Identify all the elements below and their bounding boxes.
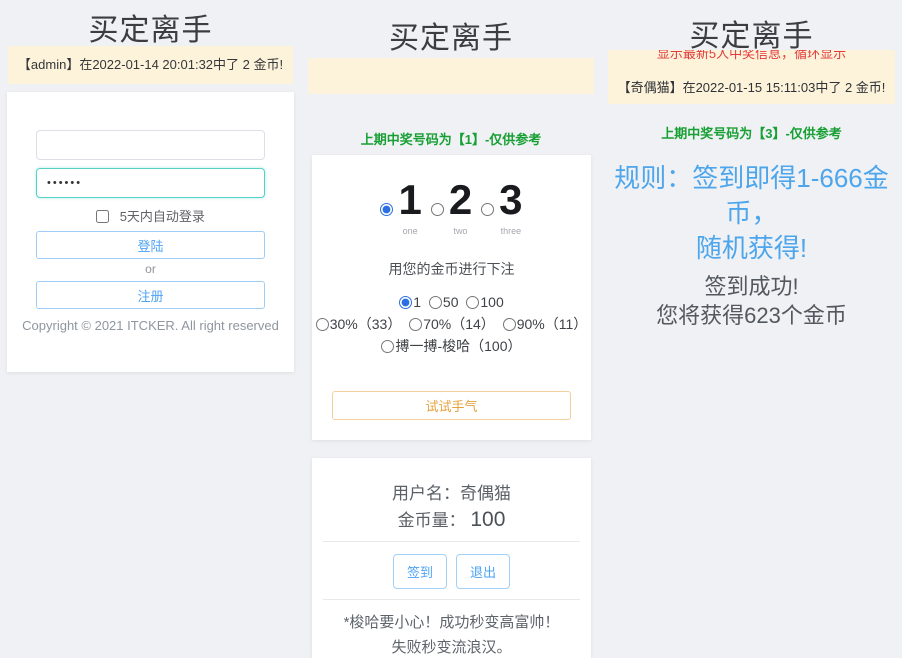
winners-marquee (308, 58, 594, 94)
checkin-success-text: 签到成功! 您将获得623个金币 (601, 272, 902, 330)
register-button[interactable]: 注册 (36, 281, 265, 309)
number-radio-3[interactable] (481, 203, 494, 216)
number-radio-2[interactable] (431, 203, 444, 216)
username-label: 用户名： (392, 484, 460, 503)
bet-row-percent: 30%（33） 70%（14） 90%（11） (312, 313, 591, 335)
bet-options: 1 50 100 30%（33） 70%（14） 90%（11） (312, 291, 591, 357)
bet-option-label: 70%（14） (423, 316, 495, 332)
rule-line2: 随机获得! (601, 231, 902, 266)
number-choice-group: 1 one 2 two 3 three (312, 179, 591, 239)
number-option-1[interactable]: 1 one (380, 179, 421, 239)
coins-label: 金币量： (398, 511, 466, 530)
number-caption: two (453, 226, 467, 236)
bet-radio-70pct[interactable] (409, 318, 422, 331)
number-value: 3 (499, 176, 522, 223)
rule-text: 规则：签到即得1-666金币， 随机获得! (601, 161, 902, 266)
allin-warning-line1: *梭哈要小心！成功秒变高富帅！ (312, 611, 591, 632)
divider (323, 541, 580, 542)
or-separator: or (7, 262, 294, 276)
winners-marquee: 显示最新5人中奖信息，循环显示 【奇偶猫】在2022-01-15 15:11:0… (608, 50, 895, 104)
remember-label-wrap[interactable]: 5天内自动登录 (96, 209, 205, 224)
bet-row-allin: 搏一搏-梭哈（100） (312, 335, 591, 357)
marquee-winner-line: 【奇偶猫】在2022-01-15 15:11:03中了 2 金币! (608, 77, 895, 98)
login-button[interactable]: 登陆 (36, 231, 265, 259)
remember-row: 5天内自动登录 (7, 206, 294, 225)
password-input[interactable] (36, 168, 265, 198)
user-card: 用户名：奇偶猫 金币量： 100 签到 退出 *梭哈要小心！成功秒变高富帅！ 失… (312, 458, 591, 658)
number-value: 1 (398, 176, 421, 223)
success-line2: 您将获得623个金币 (601, 301, 902, 330)
copyright-text: Copyright © 2021 ITCKER. All right reser… (7, 318, 294, 333)
remember-checkbox[interactable] (96, 210, 109, 223)
marquee-line: 【admin】在2022-01-14 20:01:32中了 2 金币! (8, 46, 293, 75)
user-actions: 签到 退出 (312, 554, 591, 589)
app-title: 买定离手 (0, 5, 301, 49)
logout-button[interactable]: 退出 (456, 554, 510, 589)
bet-option-90pct[interactable]: 90%（11） (503, 316, 588, 332)
bet-card: 1 one 2 two 3 three 用您的金币进行下注 (312, 155, 591, 440)
app-title: 买定离手 (301, 13, 601, 57)
number-option-2[interactable]: 2 two (431, 179, 472, 239)
success-line1: 签到成功! (601, 272, 902, 301)
coins-value: 100 (470, 508, 505, 531)
rule-line1: 规则：签到即得1-666金币， (601, 161, 902, 231)
number-caption: one (403, 226, 418, 236)
bet-option-allin[interactable]: 搏一搏-梭哈（100） (381, 338, 521, 354)
last-draw-text: 上期中奖号码为【1】-仅供参考 (301, 129, 601, 148)
bet-option-100coin[interactable]: 100 (466, 294, 503, 310)
login-panel: 买定离手 【admin】在2022-01-14 20:01:32中了 2 金币!… (0, 0, 301, 656)
number-option-3[interactable]: 3 three (481, 179, 522, 239)
number-caption: three (501, 226, 522, 236)
app-title: 买定离手 (601, 11, 902, 55)
bet-radio-90pct[interactable] (503, 318, 516, 331)
marquee-notice-line: 显示最新5人中奖信息，循环显示 (608, 50, 895, 64)
bet-option-50coin[interactable]: 50 (429, 294, 462, 310)
bet-option-label: 100 (480, 294, 503, 310)
divider (323, 599, 580, 600)
bet-option-30pct[interactable]: 30%（33） (316, 316, 405, 332)
bet-option-label: 50 (443, 294, 459, 310)
username-line: 用户名：奇偶猫 (312, 479, 591, 504)
game-panel: 买定离手 上期中奖号码为【1】-仅供参考 1 one 2 two (301, 0, 601, 656)
bet-option-label: 1 (413, 294, 421, 310)
bet-option-label: 90%（11） (517, 316, 588, 332)
bet-heading: 用您的金币进行下注 (312, 259, 591, 279)
bet-radio-allin[interactable] (381, 340, 394, 353)
bet-radio-50coin[interactable] (429, 296, 442, 309)
remember-label: 5天内自动登录 (120, 209, 205, 224)
bet-option-70pct[interactable]: 70%（14） (409, 316, 498, 332)
result-panel: 买定离手 显示最新5人中奖信息，循环显示 【奇偶猫】在2022-01-15 15… (601, 0, 902, 656)
bet-option-1coin[interactable]: 1 (399, 294, 425, 310)
marquee-line: 【admin】在2022-01-14 20:01:34中了 2 金币! (8, 81, 293, 84)
number-radio-1[interactable] (380, 203, 393, 216)
bet-radio-30pct[interactable] (316, 318, 329, 331)
coins-line: 金币量： 100 (312, 506, 591, 532)
bet-radio-100coin[interactable] (466, 296, 479, 309)
checkin-button[interactable]: 签到 (393, 554, 447, 589)
bet-option-label: 30%（33） (330, 316, 402, 332)
username-input[interactable] (36, 130, 265, 160)
last-draw-text: 上期中奖号码为【3】-仅供参考 (601, 123, 902, 142)
username-value: 奇偶猫 (460, 484, 511, 503)
bet-option-label: 搏一搏-梭哈（100） (395, 338, 521, 354)
try-luck-button[interactable]: 试试手气 (332, 391, 571, 420)
number-value: 2 (449, 176, 472, 223)
bet-row-amount: 1 50 100 (312, 291, 591, 313)
bet-radio-1coin[interactable] (399, 296, 412, 309)
allin-warning-line2: 失败秒变流浪汉。 (312, 636, 591, 657)
winners-marquee: 【admin】在2022-01-14 20:01:32中了 2 金币! 【adm… (8, 46, 293, 84)
login-card: 5天内自动登录 登陆 or 注册 Copyright © 2021 ITCKER… (7, 92, 294, 372)
